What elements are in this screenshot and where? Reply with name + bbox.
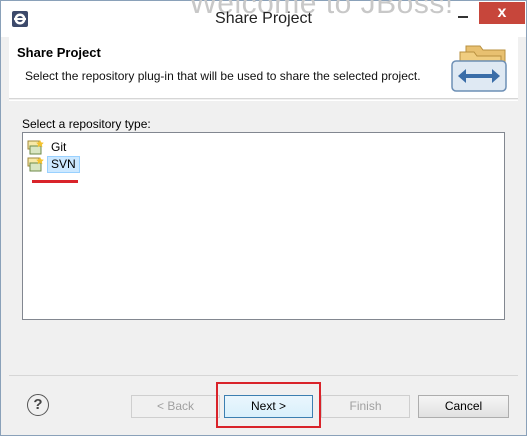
close-button[interactable]: x: [479, 2, 525, 24]
window-title: Share Project: [215, 10, 312, 27]
wizard-body: Select a repository type: Git SVN: [9, 100, 518, 370]
repository-type-label: Select a repository type:: [22, 117, 151, 131]
list-item-label: SVN: [47, 155, 80, 173]
repository-type-list[interactable]: Git SVN: [22, 132, 505, 320]
cancel-button[interactable]: Cancel: [418, 395, 509, 418]
header-title: Share Project: [17, 45, 101, 60]
share-project-dialog: Welcome to JBoss! Share Project x Share …: [0, 0, 527, 436]
finish-button[interactable]: Finish: [321, 395, 410, 418]
back-button[interactable]: < Back: [131, 395, 220, 418]
svn-repo-icon: [27, 157, 44, 172]
title-bar[interactable]: Welcome to JBoss! Share Project x: [1, 0, 526, 37]
list-item-svn[interactable]: SVN: [27, 155, 80, 173]
button-bar-separator: [9, 375, 518, 376]
help-button[interactable]: ?: [27, 394, 49, 416]
list-item-git[interactable]: Git: [27, 138, 70, 156]
minimize-button[interactable]: [453, 7, 473, 23]
header-description: Select the repository plug-in that will …: [25, 69, 421, 83]
git-repo-icon: [27, 140, 44, 155]
next-annotation-box: [216, 382, 321, 428]
svn-annotation-underline: [32, 180, 78, 183]
list-item-label: Git: [51, 139, 67, 154]
wizard-header: Share Project Select the repository plug…: [9, 37, 518, 99]
share-folders-icon: [451, 45, 507, 92]
